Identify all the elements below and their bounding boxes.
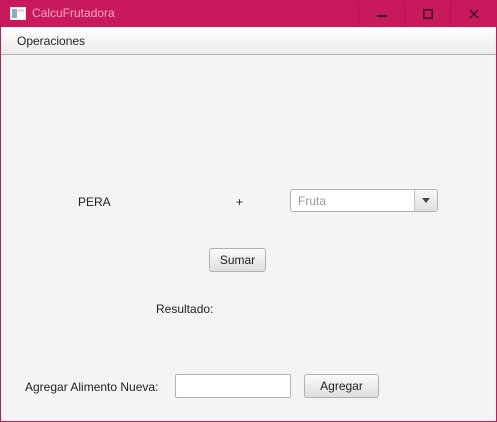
maximize-button[interactable] xyxy=(405,1,450,27)
plus-operator-label: + xyxy=(236,195,244,209)
menu-operaciones[interactable]: Operaciones xyxy=(9,28,93,54)
menu-bar: Operaciones xyxy=(1,28,496,55)
maximize-icon xyxy=(422,9,433,19)
fruit-select[interactable]: Fruta xyxy=(290,189,438,212)
result-label: Resultado: xyxy=(156,302,214,316)
window-title: CalcuFrutadora xyxy=(32,6,115,20)
main-content: PERA + Fruta Sumar Resultado: Agregar Al… xyxy=(1,55,496,421)
fruit-select-placeholder: Fruta xyxy=(298,194,327,208)
close-icon xyxy=(469,9,478,19)
fruit-select-arrow[interactable] xyxy=(414,190,437,211)
sum-button[interactable]: Sumar xyxy=(209,248,266,272)
minimize-icon xyxy=(376,15,387,17)
app-window-icon xyxy=(10,7,26,20)
left-operand-label: PERA xyxy=(78,195,111,209)
app-window: CalcuFrutadora Operaciones PERA + Fruta xyxy=(0,0,497,422)
chevron-down-icon xyxy=(422,198,430,203)
title-bar[interactable]: CalcuFrutadora xyxy=(1,1,496,27)
new-food-input[interactable] xyxy=(175,374,291,398)
minimize-button[interactable] xyxy=(359,1,404,27)
add-food-button[interactable]: Agregar xyxy=(304,374,379,398)
add-food-label: Agregar Alimento Nueva: xyxy=(25,380,159,394)
close-button[interactable] xyxy=(451,1,496,27)
